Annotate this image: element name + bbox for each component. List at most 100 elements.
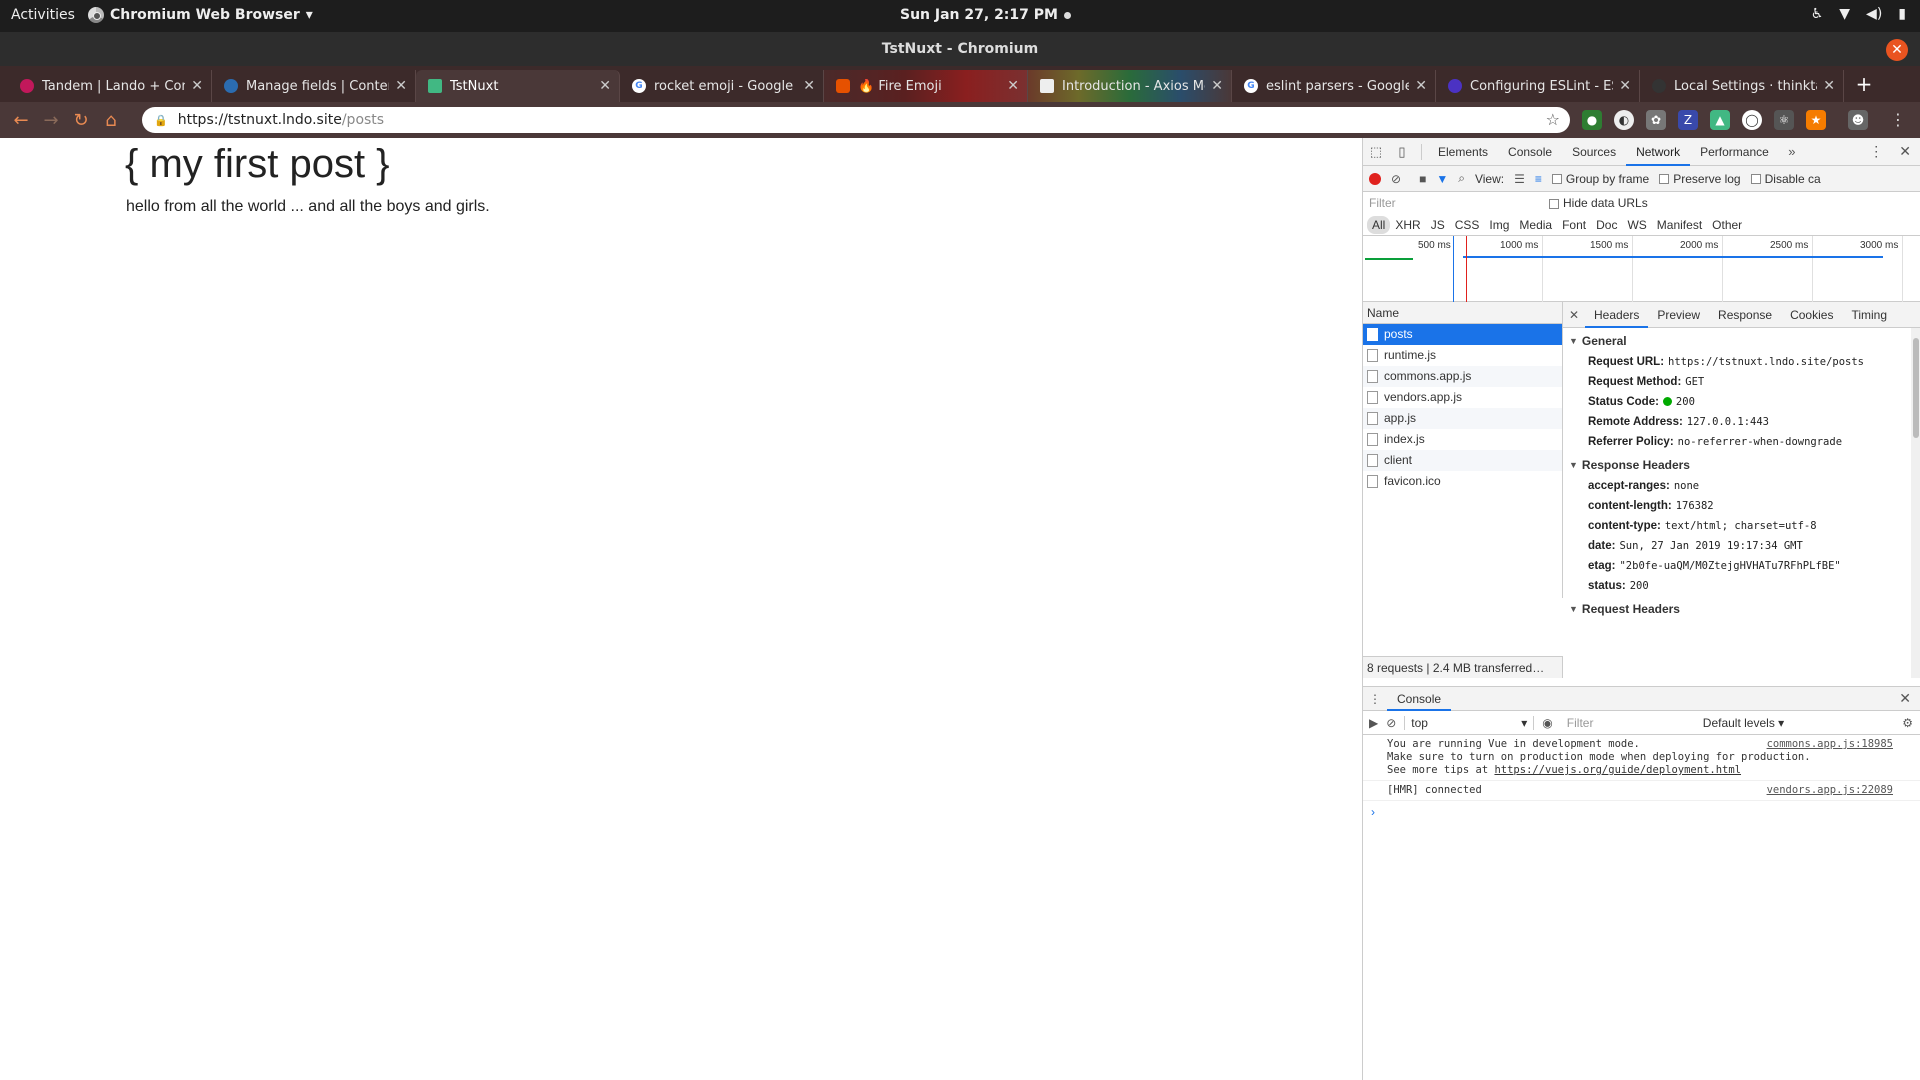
hide-data-urls-checkbox[interactable]: Hide data URLs	[1549, 196, 1648, 210]
search-icon[interactable]: ⌕	[1458, 171, 1465, 186]
request-row[interactable]: vendors.app.js	[1363, 387, 1562, 408]
type-filter-img[interactable]: Img	[1484, 216, 1514, 234]
console-prompt[interactable]: ›	[1363, 801, 1920, 819]
request-row[interactable]: app.js	[1363, 408, 1562, 429]
address-bar[interactable]: 🔒 https://tstnuxt.lndo.site/posts ☆	[142, 107, 1570, 133]
request-row[interactable]: runtime.js	[1363, 345, 1562, 366]
extension-icon[interactable]: ✿	[1646, 110, 1666, 130]
activities-button[interactable]: Activities	[11, 7, 75, 23]
sidebar-toggle-icon[interactable]: ▶	[1369, 716, 1378, 730]
live-expression-eye-icon[interactable]: ◉	[1542, 716, 1552, 730]
log-levels-dropdown[interactable]: Default levels ▾	[1703, 716, 1784, 730]
devtools-close-icon[interactable]: ✕	[1899, 143, 1911, 160]
record-icon[interactable]	[1369, 172, 1381, 185]
extension-icon[interactable]: Z	[1678, 110, 1698, 130]
close-details-icon[interactable]: ✕	[1563, 308, 1585, 322]
browser-menu-icon[interactable]: ⋮	[1890, 110, 1906, 129]
accessibility-icon[interactable]: ♿	[1811, 6, 1824, 22]
type-filter-doc[interactable]: Doc	[1591, 216, 1622, 234]
detail-tab-preview[interactable]: Preview	[1648, 302, 1709, 328]
scrollbar-thumb[interactable]	[1913, 338, 1919, 438]
tab-eslint-parsers[interactable]: Geslint parsers - Google ✕	[1232, 70, 1436, 102]
tab-local-settings[interactable]: Local Settings · thinkta ✕	[1640, 70, 1844, 102]
volume-icon[interactable]: ◀)	[1866, 6, 1882, 22]
drawer-tab-console[interactable]: Console	[1387, 687, 1452, 711]
devtools-tab-performance[interactable]: Performance	[1690, 138, 1779, 166]
detail-tab-cookies[interactable]: Cookies	[1781, 302, 1842, 328]
waterfall-view-icon[interactable]: ≡	[1535, 172, 1542, 186]
tab-close-icon[interactable]: ✕	[599, 78, 611, 94]
bookmark-star-icon[interactable]: ☆	[1546, 110, 1560, 129]
tab-close-icon[interactable]: ✕	[803, 78, 815, 94]
message-source-link[interactable]: vendors.app.js:22089	[1767, 784, 1893, 797]
vue-devtools-icon[interactable]: ▲	[1710, 110, 1730, 130]
type-filter-ws[interactable]: WS	[1622, 216, 1651, 234]
tab-fire-emoji[interactable]: 🔥 Fire Emoji ✕	[824, 70, 1028, 102]
gear-icon[interactable]: ⚙	[1902, 716, 1920, 730]
tab-manage-fields[interactable]: Manage fields | Content ✕	[212, 70, 416, 102]
type-filter-xhr[interactable]: XHR	[1390, 216, 1425, 234]
tab-close-icon[interactable]: ✕	[1007, 78, 1019, 94]
extension-icon[interactable]: ◐	[1614, 110, 1634, 130]
request-row[interactable]: commons.app.js	[1363, 366, 1562, 387]
name-column-header[interactable]: Name	[1363, 302, 1562, 324]
network-overview-timeline[interactable]: 500 ms 1000 ms 1500 ms 2000 ms 2500 ms 3…	[1363, 236, 1920, 302]
home-button[interactable]: ⌂	[96, 110, 126, 131]
type-filter-all[interactable]: All	[1367, 215, 1391, 234]
extension-icon[interactable]: ●	[1582, 110, 1602, 130]
lock-icon[interactable]: 🔒	[154, 114, 168, 127]
tab-rocket-emoji[interactable]: Grocket emoji - Google S ✕	[620, 70, 824, 102]
inspect-element-icon[interactable]: ⬚	[1363, 144, 1389, 160]
clear-console-icon[interactable]: ⊘	[1386, 716, 1396, 730]
network-filter-input[interactable]: Filter	[1369, 194, 1529, 212]
type-filter-font[interactable]: Font	[1557, 216, 1591, 234]
tab-close-icon[interactable]: ✕	[1415, 78, 1427, 94]
profile-avatar[interactable]: ☻	[1848, 110, 1868, 130]
deployment-guide-link[interactable]: https://vuejs.org/guide/deployment.html	[1494, 764, 1741, 776]
reload-button[interactable]: ↻	[66, 110, 96, 131]
new-tab-button[interactable]: +	[1850, 71, 1878, 99]
devtools-tab-elements[interactable]: Elements	[1428, 138, 1498, 166]
tab-close-icon[interactable]: ✕	[395, 78, 407, 94]
type-filter-manifest[interactable]: Manifest	[1652, 216, 1707, 234]
window-close-button[interactable]: ✕	[1886, 39, 1908, 61]
type-filter-css[interactable]: CSS	[1450, 216, 1485, 234]
request-headers-section-toggle[interactable]: ▼ Request Headers	[1563, 596, 1920, 620]
type-filter-other[interactable]: Other	[1707, 216, 1747, 234]
clear-icon[interactable]: ⊘	[1391, 172, 1401, 186]
drawer-close-icon[interactable]: ✕	[1899, 690, 1920, 707]
tab-close-icon[interactable]: ✕	[1823, 78, 1835, 94]
context-selector[interactable]: top ▾	[1404, 715, 1535, 730]
filter-icon[interactable]: ▼	[1436, 172, 1448, 186]
battery-icon[interactable]: ▮	[1898, 6, 1906, 22]
type-filter-media[interactable]: Media	[1514, 216, 1557, 234]
tab-tstnuxt[interactable]: TstNuxt ✕	[416, 70, 620, 102]
type-filter-js[interactable]: JS	[1426, 216, 1450, 234]
wifi-icon[interactable]: ▼	[1839, 6, 1850, 22]
group-by-frame-checkbox[interactable]: Group by frame	[1551, 172, 1649, 186]
tab-close-icon[interactable]: ✕	[191, 78, 203, 94]
screenshot-icon[interactable]: ■	[1419, 172, 1426, 186]
preserve-log-checkbox[interactable]: Preserve log	[1659, 172, 1741, 186]
tab-close-icon[interactable]: ✕	[1619, 78, 1631, 94]
details-scrollbar[interactable]	[1911, 328, 1920, 678]
console-filter-input[interactable]: Filter	[1561, 716, 1691, 730]
device-toolbar-icon[interactable]: ▯	[1389, 144, 1415, 160]
request-row-posts[interactable]: posts	[1363, 324, 1562, 345]
disable-cache-checkbox[interactable]: Disable ca	[1750, 172, 1821, 186]
detail-tab-response[interactable]: Response	[1709, 302, 1781, 328]
more-tabs-icon[interactable]: »	[1779, 144, 1805, 159]
tab-configuring-eslint[interactable]: Configuring ESLint - ESl ✕	[1436, 70, 1640, 102]
tab-close-icon[interactable]: ✕	[1211, 78, 1223, 94]
extension-icon[interactable]: ◯	[1742, 110, 1762, 130]
devtools-menu-icon[interactable]: ⋮	[1869, 143, 1883, 160]
devtools-tab-network[interactable]: Network	[1626, 138, 1691, 166]
detail-tab-timing[interactable]: Timing	[1842, 302, 1896, 328]
devtools-tab-sources[interactable]: Sources	[1562, 138, 1626, 166]
system-tray[interactable]: ♿ ▼ ◀) ▮	[1811, 6, 1906, 22]
drawer-menu-icon[interactable]: ⋮	[1363, 692, 1387, 706]
react-devtools-icon[interactable]: ⚛	[1774, 110, 1794, 130]
request-row[interactable]: favicon.ico	[1363, 471, 1562, 492]
request-row[interactable]: client	[1363, 450, 1562, 471]
app-menu[interactable]: Chromium Web Browser ▾	[88, 7, 313, 23]
